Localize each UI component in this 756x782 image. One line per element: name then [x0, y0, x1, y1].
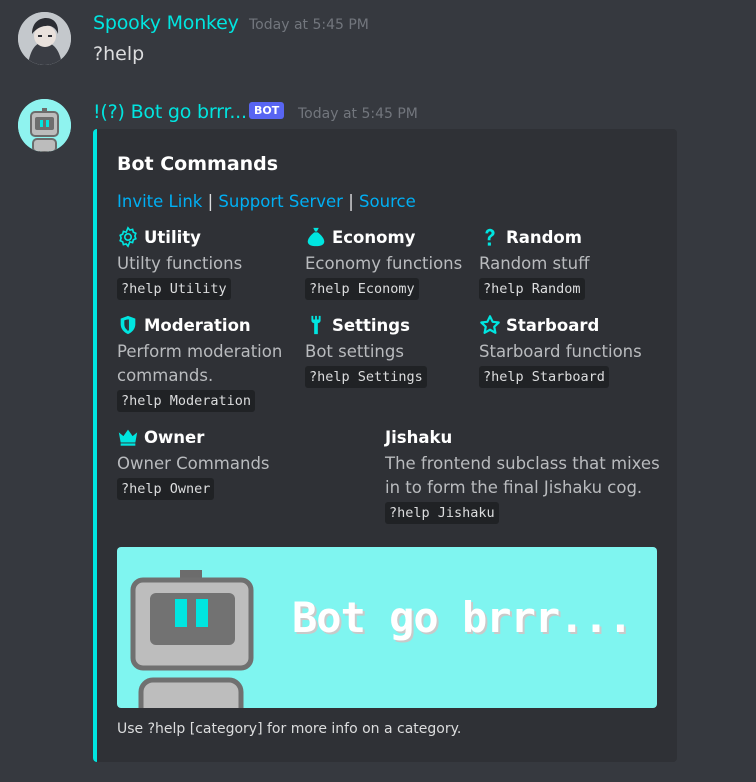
bot-avatar[interactable] [18, 99, 71, 152]
field-value-owner: Owner Commands [117, 454, 270, 473]
cmd-utility: ?help Utility [117, 278, 231, 300]
money-bag-icon [305, 226, 327, 248]
question-icon [479, 226, 501, 248]
cmd-starboard: ?help Starboard [479, 366, 609, 388]
user-avatar[interactable] [18, 12, 71, 65]
cmd-moderation: ?help Moderation [117, 390, 256, 412]
field-value-random: Random stuff [479, 254, 590, 273]
field-name-utility: Utility [144, 227, 201, 247]
field-name-jishaku: Jishaku [385, 427, 453, 447]
field-random: Random Random stuff ?help Random [479, 224, 589, 300]
support-server-link[interactable]: Support Server [218, 192, 343, 211]
field-value-moderation-line1: Perform moderation [117, 342, 283, 361]
field-value-jishaku-line2: in to form the final Jishaku cog. [385, 478, 643, 497]
embed-footer: Use ?help [category] for more info on a … [117, 721, 462, 737]
cmd-random: ?help Random [479, 278, 585, 300]
wrench-icon [305, 314, 327, 336]
link-separator: | [348, 192, 354, 211]
field-value-starboard: Starboard functions [479, 342, 642, 361]
field-name-owner: Owner [144, 427, 205, 447]
field-value-utility: Utilty functions [117, 254, 243, 273]
embed-title: Bot Commands [117, 153, 279, 175]
cmd-settings: ?help Settings [305, 366, 427, 388]
crown-icon [117, 426, 139, 448]
message-user: Spooky Monkey Today at 5:45 PM ?help [0, 0, 756, 90]
bot-badge: BOT [249, 102, 285, 119]
gear-icon [117, 226, 139, 248]
star-icon [479, 314, 501, 336]
field-name-settings: Settings [332, 315, 410, 335]
field-starboard: Starboard Starboard functions ?help Star… [479, 312, 642, 388]
invite-link[interactable]: Invite Link [117, 192, 202, 211]
field-name-random: Random [506, 227, 582, 247]
field-value-jishaku-line1: The frontend subclass that mixes [385, 454, 660, 473]
field-name-moderation: Moderation [144, 315, 251, 335]
cmd-owner: ?help Owner [117, 478, 215, 500]
field-value-economy: Economy functions [305, 254, 463, 273]
cmd-jishaku: ?help Jishaku [385, 502, 499, 524]
banner-text: Bot go brrr... [292, 593, 633, 642]
help-embed: Bot Commands Invite Link | Support Serve… [93, 129, 677, 762]
link-separator: | [207, 192, 214, 211]
field-moderation: Moderation Perform moderation commands. … [117, 312, 282, 412]
field-economy: Economy Economy functions ?help Economy [305, 224, 462, 300]
field-settings: Settings Bot settings ?help Settings [305, 312, 427, 388]
source-link[interactable]: Source [359, 192, 416, 211]
timestamp: Today at 5:45 PM [249, 17, 369, 33]
field-jishaku: Jishaku The frontend subclass that mixes… [385, 424, 660, 524]
bot-timestamp: Today at 5:45 PM [298, 106, 418, 122]
field-name-starboard: Starboard [506, 315, 600, 335]
embed-links: Invite Link | Support Server | Source [117, 192, 416, 211]
field-name-economy: Economy [332, 227, 416, 247]
shield-icon [117, 314, 139, 336]
bot-username[interactable]: !(?) Bot go brrr... [93, 101, 247, 123]
message-content: ?help [93, 43, 145, 65]
cmd-economy: ?help Economy [305, 278, 419, 300]
field-owner: Owner Owner Commands ?help Owner [117, 424, 270, 500]
field-value-settings: Bot settings [305, 342, 404, 361]
field-utility: Utility Utilty functions ?help Utility [117, 224, 242, 300]
embed-banner-image[interactable]: Bot go brrr... [117, 547, 657, 708]
field-value-moderation-line2: commands. [117, 366, 214, 385]
username[interactable]: Spooky Monkey [93, 12, 239, 34]
